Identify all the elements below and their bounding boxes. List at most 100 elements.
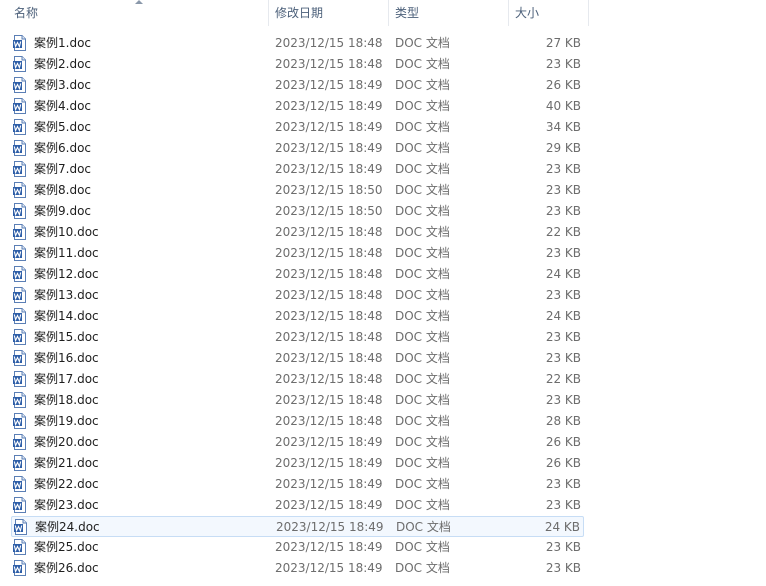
file-modified-date: 2023/12/15 18:49 [275,477,383,491]
file-row[interactable]: 案例23.doc 2023/12/15 18:49 DOC 文档 23 KB [11,495,584,516]
file-modified-date: 2023/12/15 18:48 [275,36,383,50]
file-name: 案例21.doc [34,456,99,470]
file-row[interactable]: 案例18.doc 2023/12/15 18:48 DOC 文档 23 KB [11,390,584,411]
file-size: 26 KB [545,435,581,449]
file-row[interactable]: 案例10.doc 2023/12/15 18:48 DOC 文档 22 KB [11,222,584,243]
word-document-icon [13,224,27,240]
file-name: 案例3.doc [34,78,92,92]
file-name: 案例23.doc [34,498,99,512]
word-document-icon [13,371,27,387]
file-row[interactable]: 案例21.doc 2023/12/15 18:49 DOC 文档 26 KB [11,453,584,474]
file-row[interactable]: 案例1.doc 2023/12/15 18:48 DOC 文档 27 KB [11,33,584,54]
file-size: 40 KB [545,99,581,113]
file-name: 案例13.doc [34,288,99,302]
word-document-icon [13,413,27,429]
file-name: 案例9.doc [34,204,92,218]
file-size: 23 KB [545,246,581,260]
file-modified-date: 2023/12/15 18:48 [275,309,383,323]
word-document-icon [13,98,27,114]
file-row[interactable]: 案例11.doc 2023/12/15 18:48 DOC 文档 23 KB [11,243,584,264]
file-row[interactable]: 案例6.doc 2023/12/15 18:49 DOC 文档 29 KB [11,138,584,159]
column-header-modified[interactable]: 修改日期 [268,0,388,26]
file-row[interactable]: 案例12.doc 2023/12/15 18:48 DOC 文档 24 KB [11,264,584,285]
file-row[interactable]: 案例9.doc 2023/12/15 18:50 DOC 文档 23 KB [11,201,584,222]
file-type: DOC 文档 [395,36,450,50]
file-name: 案例10.doc [34,225,99,239]
word-document-icon [13,35,27,51]
file-row[interactable]: 案例2.doc 2023/12/15 18:48 DOC 文档 23 KB [11,54,584,75]
column-header-size[interactable]: 大小 [508,0,588,26]
file-type: DOC 文档 [395,477,450,491]
file-type: DOC 文档 [395,99,450,113]
word-document-icon [13,140,27,156]
file-row[interactable]: 案例19.doc 2023/12/15 18:48 DOC 文档 28 KB [11,411,584,432]
file-row[interactable]: 案例3.doc 2023/12/15 18:49 DOC 文档 26 KB [11,75,584,96]
word-document-icon [13,266,27,282]
file-row[interactable]: 案例15.doc 2023/12/15 18:48 DOC 文档 23 KB [11,327,584,348]
file-name: 案例16.doc [34,351,99,365]
file-size: 23 KB [545,57,581,71]
file-name: 案例15.doc [34,330,99,344]
word-document-icon [13,161,27,177]
file-modified-date: 2023/12/15 18:48 [275,372,383,386]
file-row[interactable]: 案例26.doc 2023/12/15 18:49 DOC 文档 23 KB [11,558,584,579]
file-row[interactable]: 案例14.doc 2023/12/15 18:48 DOC 文档 24 KB [11,306,584,327]
file-modified-date: 2023/12/15 18:49 [275,99,383,113]
file-modified-date: 2023/12/15 18:48 [275,393,383,407]
file-row[interactable]: 案例25.doc 2023/12/15 18:49 DOC 文档 23 KB [11,537,584,558]
column-header-modified-label: 修改日期 [275,6,324,20]
file-size: 24 KB [545,267,581,281]
file-name: 案例2.doc [34,57,92,71]
file-type: DOC 文档 [395,456,450,470]
file-modified-date: 2023/12/15 18:48 [275,267,383,281]
sort-ascending-icon [135,0,143,4]
word-document-icon [13,392,27,408]
word-document-icon [13,497,27,513]
file-size: 23 KB [545,162,581,176]
word-document-icon [13,434,27,450]
file-size: 23 KB [545,498,581,512]
file-type: DOC 文档 [395,435,450,449]
file-type: DOC 文档 [395,414,450,428]
word-document-icon [13,287,27,303]
file-row[interactable]: 案例8.doc 2023/12/15 18:50 DOC 文档 23 KB [11,180,584,201]
file-name: 案例24.doc [35,520,100,534]
file-row[interactable]: 案例4.doc 2023/12/15 18:49 DOC 文档 40 KB [11,96,584,117]
column-header-type[interactable]: 类型 [388,0,508,26]
file-type: DOC 文档 [395,330,450,344]
file-row[interactable]: 案例7.doc 2023/12/15 18:49 DOC 文档 23 KB [11,159,584,180]
word-document-icon [13,539,27,555]
file-modified-date: 2023/12/15 18:49 [275,456,383,470]
file-type: DOC 文档 [395,309,450,323]
file-modified-date: 2023/12/15 18:49 [275,141,383,155]
file-type: DOC 文档 [395,267,450,281]
file-name: 案例20.doc [34,435,99,449]
file-size: 24 KB [545,309,581,323]
file-row[interactable]: 案例20.doc 2023/12/15 18:49 DOC 文档 26 KB [11,432,584,453]
file-modified-date: 2023/12/15 18:48 [275,330,383,344]
file-modified-date: 2023/12/15 18:49 [276,520,384,534]
file-type: DOC 文档 [395,78,450,92]
word-document-icon [13,350,27,366]
file-type: DOC 文档 [396,520,451,534]
file-row[interactable]: 案例24.doc 2023/12/15 18:49 DOC 文档 24 KB [11,516,584,537]
file-modified-date: 2023/12/15 18:48 [275,351,383,365]
file-row[interactable]: 案例5.doc 2023/12/15 18:49 DOC 文档 34 KB [11,117,584,138]
file-size: 23 KB [545,204,581,218]
file-type: DOC 文档 [395,225,450,239]
file-size: 26 KB [545,78,581,92]
file-row[interactable]: 案例17.doc 2023/12/15 18:48 DOC 文档 22 KB [11,369,584,390]
file-type: DOC 文档 [395,351,450,365]
column-header-divider[interactable] [588,0,589,26]
file-type: DOC 文档 [395,393,450,407]
file-row[interactable]: 案例16.doc 2023/12/15 18:48 DOC 文档 23 KB [11,348,584,369]
file-name: 案例22.doc [34,477,99,491]
file-size: 27 KB [545,36,581,50]
file-size: 23 KB [545,477,581,491]
file-row[interactable]: 案例22.doc 2023/12/15 18:49 DOC 文档 23 KB [11,474,584,495]
file-name: 案例25.doc [34,540,99,554]
file-size: 28 KB [545,414,581,428]
file-size: 23 KB [545,330,581,344]
file-row[interactable]: 案例13.doc 2023/12/15 18:48 DOC 文档 23 KB [11,285,584,306]
file-modified-date: 2023/12/15 18:48 [275,414,383,428]
